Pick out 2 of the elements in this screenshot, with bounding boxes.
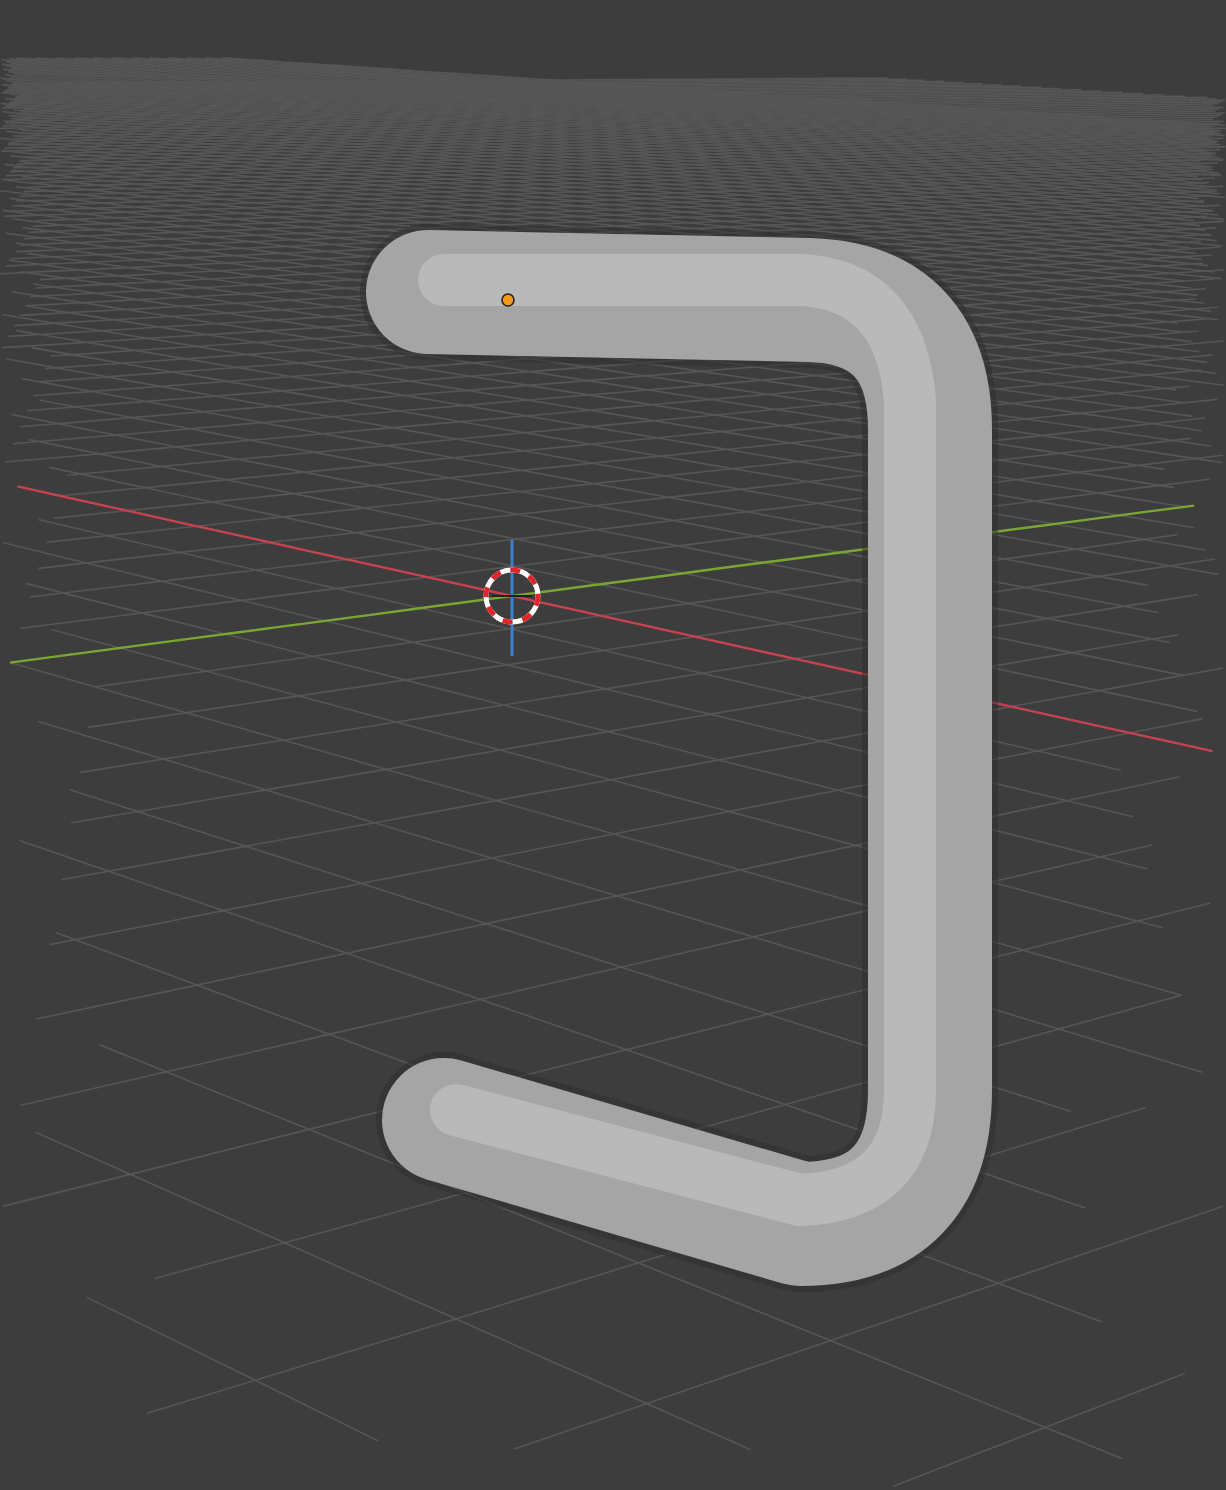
cursor-icon [483,540,541,656]
origin-dot-icon [501,293,515,307]
